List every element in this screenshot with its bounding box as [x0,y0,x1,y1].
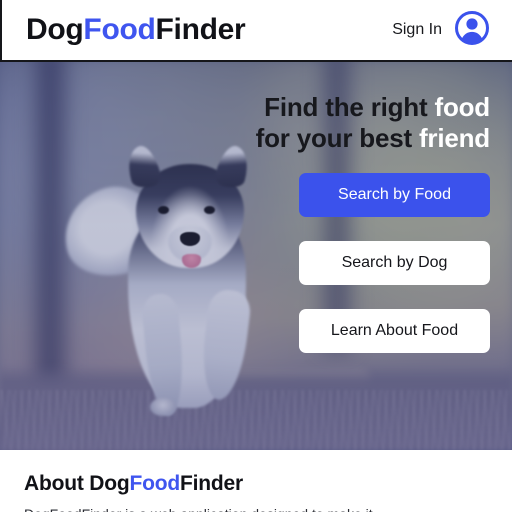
user-avatar-icon[interactable] [454,10,490,51]
search-by-dog-button[interactable]: Search by Dog [299,241,490,286]
site-header: Dog Food Finder Sign In [0,0,512,62]
hero-headline-line1-dark: Find the right [264,92,435,122]
hero-headline-line2-dark: for your best [255,122,419,153]
brand-part-dog: Dog [26,13,84,46]
hero-headline-line2-highlight: friend [418,122,490,153]
about-heading-part2: Finder [180,472,243,495]
hero-headline-line1-highlight: food [434,92,490,122]
sign-in-group[interactable]: Sign In [392,10,498,51]
about-paragraph: DogFoodFinder is a web application desig… [24,504,488,512]
learn-about-food-button[interactable]: Learn About Food [299,309,490,354]
brand-part-food: Food [83,13,156,46]
about-heading-accent: Food [129,472,181,495]
about-heading: About DogFoodFinder [24,472,488,495]
hero-action-buttons: Search by Food Search by Dog Learn About… [299,173,490,354]
search-by-food-button[interactable]: Search by Food [299,173,490,218]
brand-logo[interactable]: Dog Food Finder [26,13,246,46]
about-heading-part1: About Dog [24,472,130,495]
hero-content: Find the right food for your best friend… [220,92,491,354]
sign-in-label: Sign In [392,21,442,38]
page-root: Dog Food Finder Sign In Find the right f… [0,0,512,512]
hero-headline: Find the right food for your best friend [255,92,491,153]
hero-section: Find the right food for your best friend… [0,62,512,450]
about-section: About DogFoodFinder DogFoodFinder is a w… [0,450,512,512]
brand-part-finder: Finder [155,13,246,46]
